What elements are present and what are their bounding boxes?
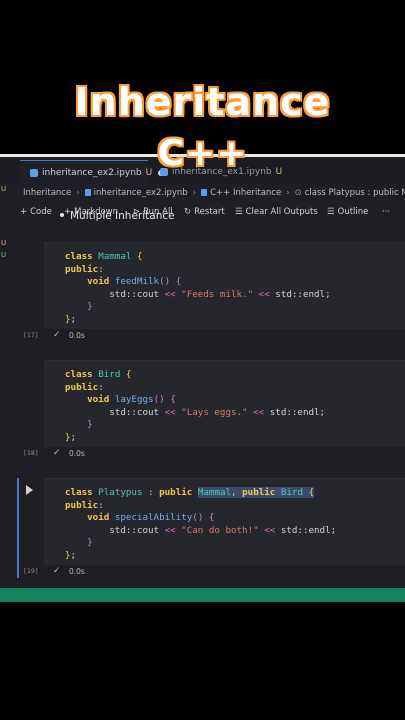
execution-count: [19] — [23, 567, 39, 575]
outline-button[interactable]: ☰ Outline — [327, 203, 368, 221]
chevron-right-icon: › — [286, 188, 290, 198]
explorer-gutter: U U U — [0, 185, 9, 595]
button-label: Clear All Outputs — [245, 207, 318, 217]
code-cell-platypus[interactable]: class Platypus : public Mammal, public B… — [44, 478, 405, 565]
vscode-editor: inheritance_ex2.ipynb U inheritance_ex1.i… — [0, 156, 405, 602]
code-block: class Platypus : public Mammal, public B… — [65, 487, 337, 561]
plus-icon: + — [20, 207, 28, 217]
clear-outputs-button[interactable]: ☰ Clear All Outputs — [235, 203, 318, 221]
breadcrumb-item[interactable]: Inheritance — [23, 188, 71, 198]
markdown-cell[interactable]: Multiple Inheritance — [60, 210, 175, 222]
success-check-icon: ✓ — [53, 330, 61, 340]
code-block: class Mammal { public: void feedMilk() {… — [65, 251, 331, 325]
breadcrumb-item[interactable]: inheritance_ex2.ipynb — [94, 188, 188, 198]
button-label: Restart — [194, 207, 225, 217]
code-block: class Bird { public: void layEggs() { st… — [65, 369, 326, 443]
add-code-button[interactable]: + Code — [20, 203, 52, 221]
code-cell-mammal[interactable]: class Mammal { public: void feedMilk() {… — [44, 242, 405, 329]
breadcrumb-item[interactable]: C++ Inheritance — [210, 188, 281, 198]
execution-count: [18] — [23, 449, 39, 457]
active-cell-indicator — [17, 478, 19, 578]
button-label: Code — [30, 207, 52, 217]
chevron-right-icon: › — [76, 188, 80, 198]
gutter-marker: U — [1, 239, 7, 247]
gutter-marker: U — [1, 251, 7, 259]
notebook-icon — [201, 189, 208, 196]
bullet-icon — [60, 213, 64, 217]
cell-status-17: [17] ✓ 0.0s — [0, 330, 405, 343]
code-cell-bird[interactable]: class Bird { public: void layEggs() { st… — [44, 360, 405, 447]
cell-status-18: [18] ✓ 0.0s — [0, 448, 405, 461]
success-check-icon: ✓ — [53, 566, 61, 576]
restart-icon: ↻ — [184, 207, 192, 217]
button-label: Outline — [337, 207, 369, 217]
execution-duration: 0.0s — [69, 567, 85, 576]
cell-status-19: [19] ✓ 0.0s — [0, 566, 405, 579]
status-bar — [0, 588, 405, 602]
gutter-marker: U — [1, 185, 7, 193]
clear-all-icon: ☰ — [235, 207, 243, 217]
run-cell-icon[interactable] — [26, 485, 33, 495]
execution-duration: 0.0s — [69, 331, 85, 340]
success-check-icon: ✓ — [53, 448, 61, 458]
notebook-icon — [84, 189, 91, 196]
restart-button[interactable]: ↻ Restart — [184, 203, 225, 221]
chevron-right-icon: › — [192, 188, 197, 198]
outline-icon: ☰ — [327, 207, 335, 217]
markdown-bullet-text: Multiple Inheritance — [70, 210, 175, 222]
execution-duration: 0.0s — [69, 449, 85, 458]
execution-count: [17] — [23, 331, 39, 339]
breadcrumb-item[interactable]: class Platypus : public Mammal, — [305, 188, 405, 198]
more-actions-button[interactable]: ··· — [382, 203, 390, 221]
video-title-line2: C++ — [157, 133, 248, 174]
breadcrumb: Inheritance › inheritance_ex2.ipynb › C++ In… — [0, 185, 405, 202]
video-title-line1: Inheritance — [74, 80, 331, 124]
class-symbol-icon: ⊙ — [294, 188, 302, 198]
